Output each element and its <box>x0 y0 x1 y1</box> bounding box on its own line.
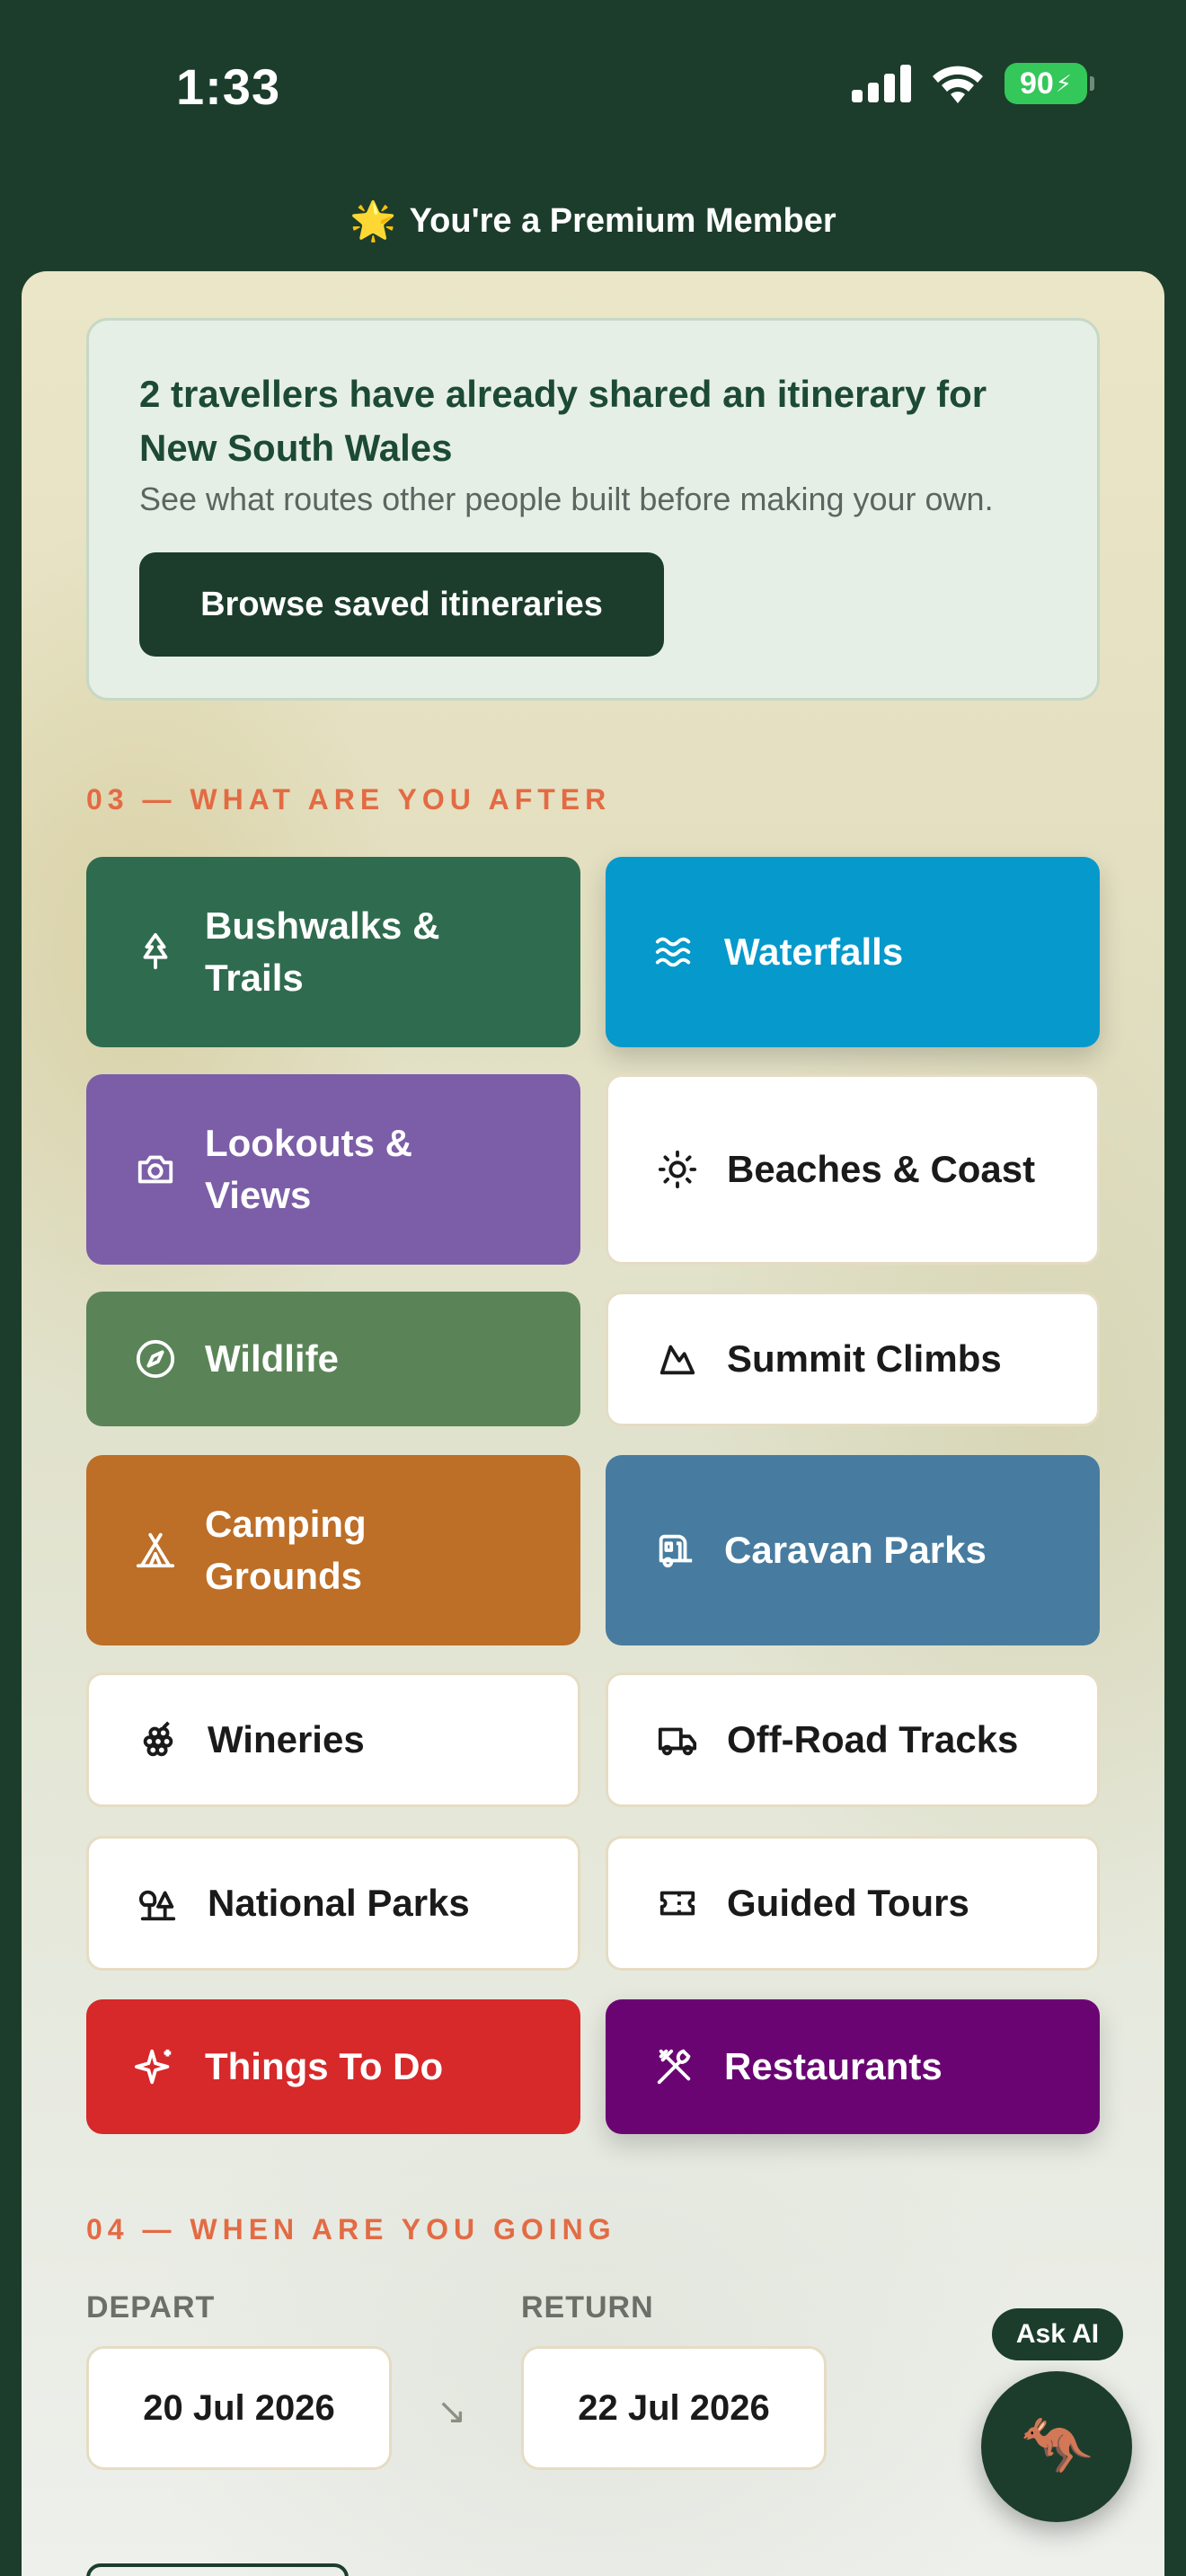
tile-camping-grounds[interactable]: Camping Grounds <box>86 1455 580 1645</box>
status-time: 1:33 <box>176 58 281 115</box>
return-label: RETURN <box>521 2290 654 2325</box>
tile-label: Bushwalks & Trails <box>205 904 440 999</box>
truck-icon <box>655 1717 700 1762</box>
tile-guided-tours[interactable]: Guided Tours <box>606 1836 1100 1971</box>
tile-bushwalks-trails[interactable]: Bushwalks & Trails <box>86 857 580 1047</box>
tile-label: Wildlife <box>205 1337 339 1380</box>
caravan-icon <box>652 1528 697 1573</box>
mountain-icon <box>655 1337 700 1381</box>
tile-label: Restaurants <box>724 2045 943 2087</box>
tile-label: Things To Do <box>205 2045 444 2087</box>
tile-label: Summit Climbs <box>727 1337 1002 1380</box>
tile-label: Off-Road Tracks <box>727 1718 1019 1760</box>
sparkle-icon <box>133 2044 178 2089</box>
status-icons: 90 ⚡ <box>852 63 1094 104</box>
tile-restaurants[interactable]: Restaurants <box>606 1999 1100 2134</box>
tile-summit-climbs[interactable]: Summit Climbs <box>606 1292 1100 1426</box>
tile-beaches-coast[interactable]: Beaches & Coast <box>606 1074 1100 1265</box>
tile-label: Caravan Parks <box>724 1529 987 1571</box>
charging-bolt-icon: ⚡ <box>1055 69 1073 97</box>
trees-icon <box>136 1881 181 1926</box>
tile-things-to-do[interactable]: Things To Do <box>86 1999 580 2134</box>
tile-caravan-parks[interactable]: Caravan Parks <box>606 1455 1100 1645</box>
arrow-down-right-icon: ↘ <box>437 2392 467 2431</box>
tile-lookouts-views[interactable]: Lookouts & Views <box>86 1074 580 1265</box>
tile-national-parks[interactable]: National Parks <box>86 1836 580 1971</box>
wifi-icon <box>933 66 983 103</box>
tile-off-road-tracks[interactable]: Off-Road Tracks <box>606 1672 1100 1807</box>
star-icon: 🌟 <box>350 198 397 242</box>
section-label-when: 04 — WHEN ARE YOU GOING <box>86 2213 616 2245</box>
tile-label: Guided Tours <box>727 1882 969 1924</box>
compass-icon <box>133 1337 178 1381</box>
tree-icon <box>133 930 178 975</box>
shared-itinerary-card: 2 travellers have already shared an itin… <box>86 318 1100 701</box>
depart-label: DEPART <box>86 2290 216 2325</box>
shared-itinerary-subtitle: See what routes other people built befor… <box>139 481 994 517</box>
tent-icon <box>133 1528 178 1573</box>
tile-label: Camping Grounds <box>205 1503 367 1597</box>
status-bar: 1:33 90 ⚡ <box>0 0 1186 171</box>
battery-indicator: 90 ⚡ <box>1005 63 1094 104</box>
main-content[interactable]: 2 travellers have already shared an itin… <box>22 271 1164 2576</box>
kangaroo-icon: 🦘 <box>1019 2413 1094 2479</box>
utensils-icon <box>652 2044 697 2089</box>
ticket-icon <box>655 1881 700 1926</box>
return-date-field[interactable]: 22 Jul 2026 <box>521 2346 827 2470</box>
tile-label: Waterfalls <box>724 931 904 973</box>
partial-button[interactable] <box>86 2563 349 2576</box>
section-label-what: 03 — WHAT ARE YOU AFTER <box>86 783 612 816</box>
browse-saved-itineraries-button[interactable]: Browse saved itineraries <box>139 552 664 657</box>
camera-icon <box>133 1147 178 1192</box>
tile-label: Wineries <box>208 1718 365 1760</box>
premium-text: You're a Premium Member <box>409 201 836 240</box>
depart-date-field[interactable]: 20 Jul 2026 <box>86 2346 392 2470</box>
sun-icon <box>655 1147 700 1192</box>
signal-icon <box>852 65 911 102</box>
tile-label: Lookouts & Views <box>205 1122 412 1216</box>
grapes-icon <box>136 1717 181 1762</box>
shared-itinerary-title: 2 travellers have already shared an itin… <box>139 373 987 469</box>
tile-wineries[interactable]: Wineries <box>86 1672 580 1807</box>
tile-wildlife[interactable]: Wildlife <box>86 1292 580 1426</box>
ask-ai-button[interactable]: 🦘 <box>981 2371 1132 2522</box>
tile-label: National Parks <box>208 1882 470 1924</box>
waves-icon <box>652 930 697 975</box>
battery-level: 90 <box>1019 66 1054 101</box>
ask-ai-label[interactable]: Ask AI <box>992 2308 1123 2360</box>
tile-waterfalls[interactable]: Waterfalls <box>606 857 1100 1047</box>
tile-label: Beaches & Coast <box>727 1148 1036 1190</box>
premium-banner: 🌟 You're a Premium Member <box>0 171 1186 271</box>
